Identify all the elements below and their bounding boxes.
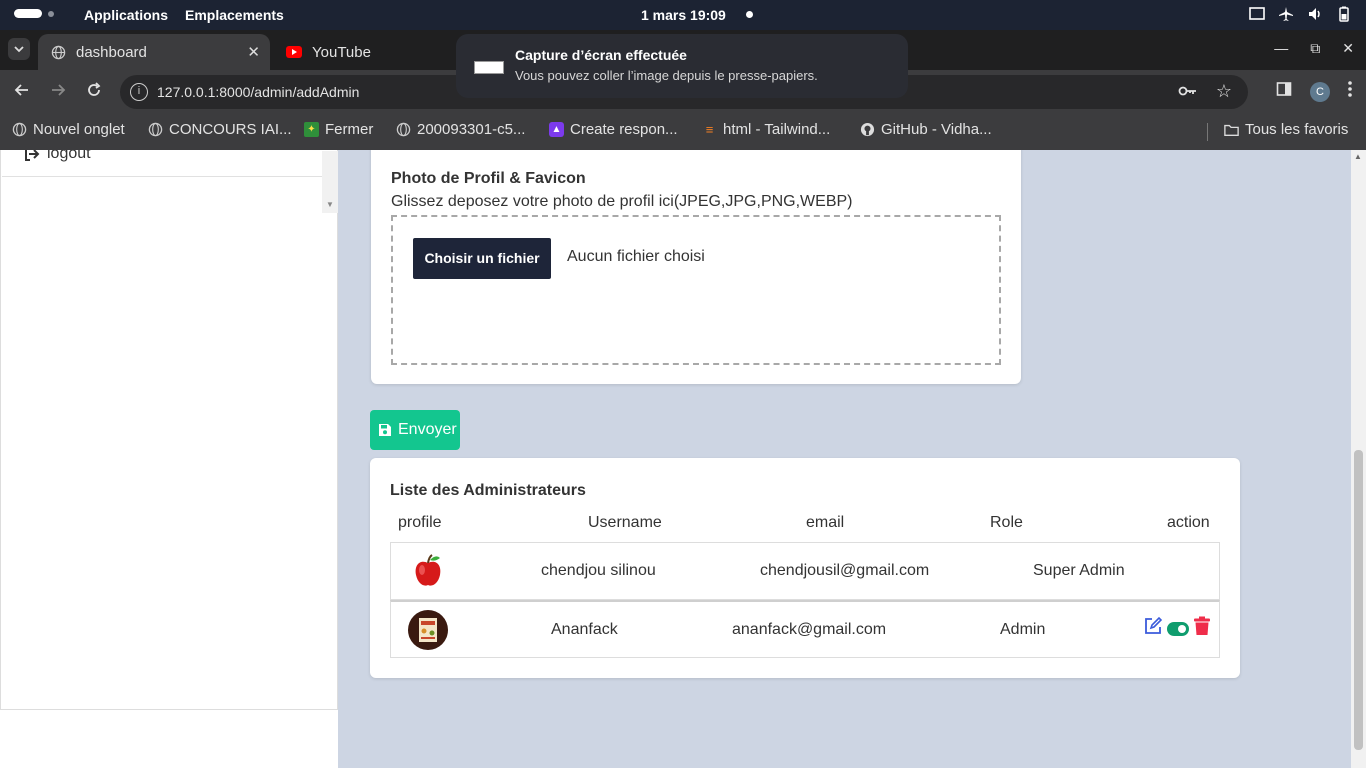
column-header-username: Username: [588, 514, 662, 531]
bookmark-item[interactable]: ▲ Create respon...: [549, 121, 678, 138]
bookmark-item[interactable]: ≡ html - Tailwind...: [702, 121, 831, 138]
delete-icon[interactable]: [1193, 616, 1211, 641]
role-cell: Admin: [1000, 621, 1046, 638]
photo-dropzone[interactable]: Choisir un fichier Aucun fichier choisi: [391, 215, 1001, 365]
system-tray[interactable]: [1249, 6, 1352, 22]
choose-file-button[interactable]: Choisir un fichier: [413, 238, 551, 279]
tab-search-button[interactable]: [8, 38, 30, 60]
row-actions: [1143, 616, 1211, 641]
screenshot-thumbnail: [474, 61, 504, 74]
scroll-up-icon[interactable]: ▲: [1354, 152, 1362, 161]
email-cell: ananfack@gmail.com: [732, 621, 887, 638]
tab-label: YouTube: [312, 43, 371, 61]
sidebar-item-label: logout: [47, 150, 91, 162]
africa-map-icon: ✦: [304, 122, 319, 137]
upload-title: Photo de Profil & Favicon: [391, 170, 586, 187]
page-scrollbar[interactable]: ▲: [1351, 150, 1366, 768]
upload-hint: Glissez deposez votre photo de profil ic…: [391, 193, 853, 210]
volume-icon: [1309, 8, 1320, 20]
youtube-icon: [286, 44, 302, 60]
side-panel-icon[interactable]: [1276, 81, 1292, 102]
column-header-action: action: [1167, 514, 1210, 531]
bookmark-item[interactable]: CONCOURS IAI...: [148, 121, 292, 138]
email-cell: chendjousil@gmail.com: [760, 562, 930, 579]
forward-icon[interactable]: [50, 82, 66, 103]
bookmark-item[interactable]: Nouvel onglet: [12, 121, 125, 138]
bookmark-item[interactable]: 200093301-c5...: [396, 121, 525, 138]
sidebar-scrollbar[interactable]: ▼: [322, 151, 338, 213]
back-icon[interactable]: [14, 82, 30, 103]
scroll-down-icon[interactable]: ▼: [326, 200, 334, 209]
scrollbar-thumb[interactable]: [1354, 450, 1363, 750]
table-row: Ananfack ananfack@gmail.com Admin: [390, 600, 1220, 658]
globe-icon: [12, 122, 27, 137]
tab-dashboard[interactable]: dashboard ✕: [38, 34, 270, 70]
screenshot-notification[interactable]: Capture d’écran effectuée Vous pouvez co…: [456, 34, 908, 98]
notification-dot: [746, 11, 753, 18]
close-tab-icon[interactable]: ✕: [247, 43, 260, 61]
table-row: chendjou silinou chendjousil@gmail.com S…: [390, 542, 1220, 600]
tab-label: dashboard: [76, 43, 147, 61]
screen-icon: [1249, 7, 1265, 20]
admin-list-title: Liste des Administrateurs: [390, 482, 586, 499]
bookmarks-divider: [1207, 123, 1208, 141]
send-button[interactable]: Envoyer: [370, 410, 460, 450]
column-header-role: Role: [990, 514, 1023, 531]
profile-avatar[interactable]: C: [1310, 81, 1330, 102]
bookmark-item[interactable]: GitHub - Vidha...: [860, 121, 992, 138]
bookmark-item[interactable]: ✦ Fermer: [304, 121, 373, 138]
photo-avatar: [408, 610, 448, 650]
airplane-icon: [1279, 7, 1293, 21]
workspace-indicator[interactable]: [14, 9, 54, 18]
edit-icon[interactable]: [1143, 616, 1163, 641]
sidebar-panel: logout ▼: [0, 150, 338, 710]
key-icon[interactable]: [1178, 83, 1198, 102]
sidebar: logout ▼: [0, 150, 338, 768]
save-icon: [379, 424, 391, 436]
globe-icon: [396, 122, 411, 137]
bookmarks-bar: Nouvel onglet CONCOURS IAI... ✦ Fermer 2…: [0, 114, 1366, 150]
system-top-bar: Applications Emplacements 1 mars 19:09: [0, 0, 1366, 30]
maximize-icon[interactable]: ⧉: [1310, 40, 1320, 57]
role-cell: Super Admin: [1033, 562, 1125, 579]
menu-dots-icon[interactable]: [1348, 81, 1352, 102]
admin-list-card: Liste des Administrateurs profile Userna…: [370, 458, 1240, 678]
rocket-icon: ▲: [549, 122, 564, 137]
column-header-profile: profile: [398, 514, 442, 531]
close-window-icon[interactable]: ✕: [1342, 40, 1354, 57]
profile-photo-card: Photo de Profil & Favicon Glissez depose…: [371, 150, 1021, 384]
send-button-label: Envoyer: [398, 421, 457, 438]
places-menu[interactable]: Emplacements: [185, 7, 284, 23]
url-text: 127.0.0.1:8000/admin/addAdmin: [157, 84, 360, 100]
username-cell: chendjou silinou: [541, 562, 656, 579]
clock[interactable]: 1 mars 19:09: [641, 7, 726, 23]
minimize-icon[interactable]: —: [1274, 40, 1288, 57]
page-viewport: logout ▼ Photo de Profil & Favicon Gliss…: [0, 150, 1366, 768]
site-info-icon[interactable]: i: [130, 83, 148, 101]
globe-icon: [50, 44, 66, 60]
notification-title: Capture d’écran effectuée: [515, 47, 687, 63]
window-controls: — ⧉ ✕: [1274, 40, 1354, 57]
folder-icon: [1224, 122, 1239, 137]
username-cell: Ananfack: [551, 621, 618, 638]
sidebar-item-logout[interactable]: logout: [2, 150, 322, 177]
bookmark-star-icon[interactable]: ☆: [1216, 81, 1232, 102]
column-header-email: email: [806, 514, 845, 531]
applications-menu[interactable]: Applications: [84, 7, 168, 23]
file-status: Aucun fichier choisi: [567, 248, 705, 265]
apple-avatar: [408, 551, 448, 591]
notification-body: Vous pouvez coller l’image depuis le pre…: [515, 68, 818, 83]
chevron-down-icon: [14, 46, 24, 53]
status-toggle[interactable]: [1167, 621, 1189, 636]
github-icon: [860, 122, 875, 137]
all-bookmarks-folder[interactable]: Tous les favoris: [1224, 121, 1348, 138]
stackoverflow-icon: ≡: [705, 122, 714, 137]
battery-icon: [1339, 6, 1349, 22]
logout-icon: [25, 150, 40, 161]
reload-icon[interactable]: [86, 82, 102, 103]
toolbar-actions: C: [1276, 81, 1352, 102]
globe-icon: [148, 122, 163, 137]
